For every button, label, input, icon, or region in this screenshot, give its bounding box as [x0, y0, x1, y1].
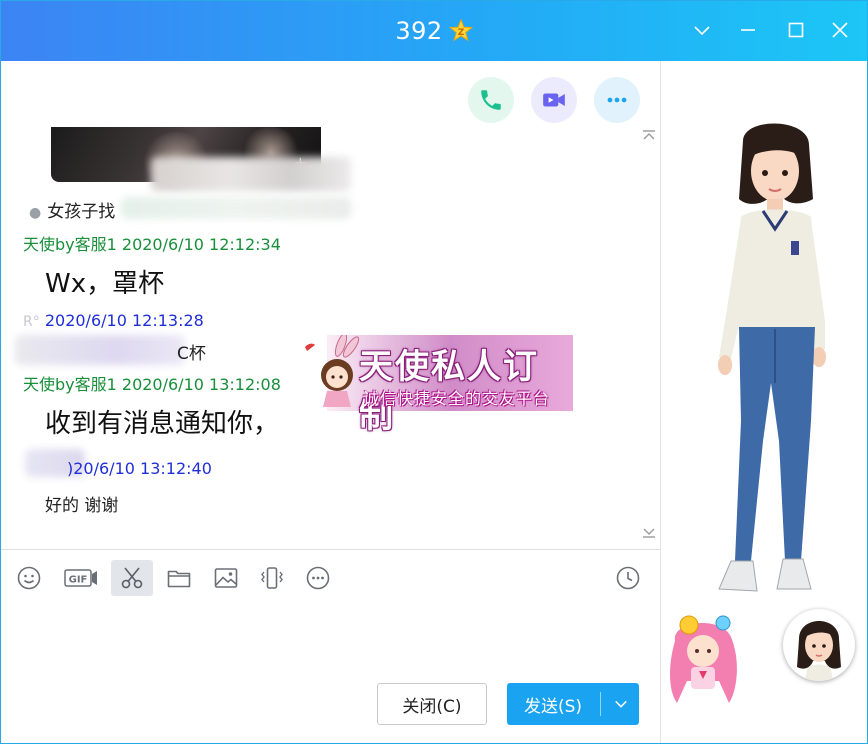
more-circle-icon — [306, 566, 330, 590]
avatar-face-icon — [797, 621, 841, 681]
message-input[interactable] — [1, 606, 660, 676]
history-button[interactable] — [608, 560, 648, 596]
send-button[interactable]: 发送(S) — [507, 683, 639, 725]
message-text: 好的 谢谢 — [45, 496, 119, 516]
send-button-label[interactable]: 发送(S) — [507, 683, 599, 725]
chevron-down-icon — [615, 700, 627, 708]
clock-icon — [616, 566, 640, 590]
close-icon[interactable] — [825, 15, 855, 45]
folder-icon — [167, 570, 191, 588]
redacted-area — [151, 157, 351, 191]
redacted-area — [121, 197, 351, 219]
bullet-message: 女孩子找 — [47, 202, 116, 222]
phone-icon — [481, 90, 501, 110]
image-button[interactable] — [206, 560, 246, 596]
input-toolbar: GIF — [1, 549, 660, 606]
pink-hair-chibi-icon — [670, 615, 737, 703]
avatar[interactable] — [783, 609, 855, 681]
gif-button[interactable]: GIF — [59, 560, 103, 596]
more-tools-button[interactable] — [298, 560, 338, 596]
svg-text:GIF: GIF — [69, 575, 88, 586]
send-options-button[interactable] — [603, 683, 639, 725]
minimize-icon[interactable] — [733, 15, 763, 45]
emoji-button[interactable] — [9, 560, 49, 596]
shake-icon — [261, 567, 283, 589]
message-sender-time: 天使by客服1 2020/6/10 13:12:08 — [23, 375, 281, 394]
video-call-button[interactable] — [531, 77, 577, 123]
more-button[interactable] — [594, 77, 640, 123]
message-text: 收到有消息通知你， — [45, 409, 280, 439]
bullet-icon: ● — [29, 205, 42, 221]
message-text: Wx，罩杯 — [45, 269, 165, 299]
message-list[interactable]: + ●女孩子找 天使by客服1 2020/6/10 12:12:34 Wx，罩杯… — [1, 127, 660, 541]
chat-window: 392 Z ● 女孩子找 天使by客服1 2020/6/10 12:12:34 … — [0, 0, 868, 744]
message-sender: R° — [23, 314, 40, 330]
avatar-figure-icon — [718, 123, 826, 592]
svg-text:Z: Z — [457, 28, 464, 38]
message-sender-time: 天使by客服1 2020/6/10 12:12:34 — [23, 235, 281, 254]
star-z-icon: Z — [448, 19, 473, 42]
scroll-down-icon[interactable] — [642, 527, 656, 539]
gif-icon: GIF — [64, 569, 97, 587]
redacted-area — [15, 335, 185, 365]
shake-button[interactable] — [252, 560, 292, 596]
promo-banner[interactable]: 天使私人订制 诚信快捷安全的交友平台 — [297, 335, 573, 436]
message-time: 2020/6/10 12:13:28 — [44, 311, 204, 330]
close-button[interactable]: 关闭(C) — [377, 683, 487, 725]
maximize-icon[interactable] — [781, 15, 811, 45]
scissors-icon — [121, 567, 143, 589]
scroll-up-icon[interactable] — [642, 129, 656, 141]
title-bar[interactable]: 392 Z — [1, 1, 867, 61]
emoji-icon — [17, 566, 41, 590]
chevron-down-icon[interactable] — [687, 15, 717, 45]
file-button[interactable] — [159, 560, 199, 596]
image-icon — [214, 568, 238, 588]
message-time: )20/6/10 13:12:40 — [67, 459, 212, 478]
character-show-panel — [661, 61, 867, 743]
more-dots-icon — [607, 97, 627, 103]
video-camera-icon — [543, 93, 565, 107]
banner-subtitle: 诚信快捷安全的交友平台 — [363, 389, 551, 408]
chat-pane: + ●女孩子找 天使by客服1 2020/6/10 12:12:34 Wx，罩杯… — [1, 61, 661, 743]
message-text: C杯 — [177, 344, 206, 364]
voice-call-button[interactable] — [468, 77, 514, 123]
window-title: 392 — [395, 17, 443, 45]
bunny-girl-mascot-icon — [305, 335, 360, 407]
screenshot-button[interactable] — [111, 560, 153, 596]
